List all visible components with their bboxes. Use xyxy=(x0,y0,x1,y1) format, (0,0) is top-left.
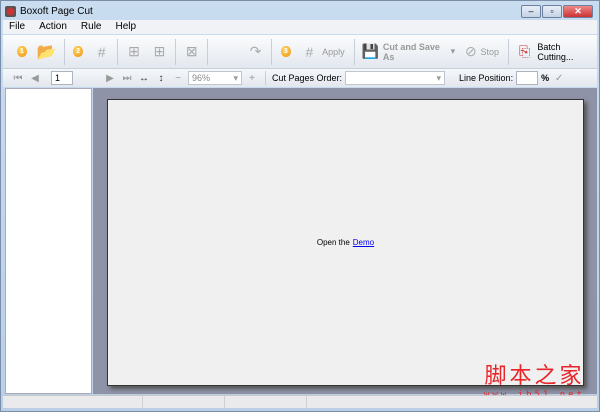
check-icon[interactable]: ✓ xyxy=(552,73,566,84)
step1-badge: 1 xyxy=(17,46,27,57)
zoom-out-icon[interactable]: − xyxy=(171,73,185,84)
navigation-toolbar: ⏮ ◀ ▶ ⏭ ↔ ↕ − 96%▾ + Cut Pages Order: ▾ … xyxy=(3,69,597,87)
cut-pages-order-select[interactable]: ▾ xyxy=(345,71,446,85)
menu-file[interactable]: File xyxy=(9,20,25,34)
apply-button[interactable]: Apply xyxy=(322,47,345,57)
first-page-icon[interactable]: ⏮ xyxy=(11,73,25,84)
cut-pages-order-label: Cut Pages Order: xyxy=(272,73,343,83)
open-demo-text: Open the xyxy=(316,238,350,247)
status-bar xyxy=(3,395,597,408)
delete-line-icon[interactable]: ⊠ xyxy=(183,42,200,62)
app-window: Boxoft Page Cut – ▫ ✕ File Action Rule H… xyxy=(0,0,600,412)
batch-cutting-button[interactable]: Batch Cutting... xyxy=(537,42,591,62)
add-horizontal-line-icon[interactable]: ⊞ xyxy=(125,42,142,62)
zoom-in-icon[interactable]: + xyxy=(245,73,259,84)
title-bar: Boxoft Page Cut xyxy=(5,4,93,18)
cut-and-save-as-button[interactable]: Cut and Save As xyxy=(383,42,445,62)
document-view[interactable]: Open the Demo xyxy=(93,88,597,394)
next-page-icon[interactable]: ▶ xyxy=(103,73,117,84)
menu-bar: File Action Rule Help xyxy=(3,20,597,34)
zoom-value: 96% xyxy=(192,73,211,83)
batch-pdf-icon[interactable]: ⎘ xyxy=(516,42,533,62)
line-position-input[interactable] xyxy=(516,71,539,85)
stop-icon[interactable]: ⊘ xyxy=(462,42,479,62)
percent-label: % xyxy=(541,73,550,83)
page-number-input[interactable] xyxy=(51,71,73,85)
step3-badge: 3 xyxy=(281,46,291,57)
minimize-button[interactable]: – xyxy=(521,5,541,18)
menu-help[interactable]: Help xyxy=(116,20,137,34)
chevron-down-icon: ▾ xyxy=(233,73,238,83)
chevron-down-icon: ▾ xyxy=(436,73,442,83)
open-folder-icon[interactable]: 📂 xyxy=(37,42,57,62)
menu-action[interactable]: Action xyxy=(39,20,67,34)
chevron-down-icon[interactable]: ▾ xyxy=(451,46,456,57)
window-title: Boxoft Page Cut xyxy=(20,5,93,17)
add-vertical-line-icon[interactable]: ⊞ xyxy=(151,42,168,62)
page-canvas: Open the Demo xyxy=(107,99,584,386)
watermark-cn: 脚本之家 xyxy=(484,364,585,389)
last-page-icon[interactable]: ⏭ xyxy=(120,73,134,84)
line-position-label: Line Position: xyxy=(459,73,514,83)
redo-icon[interactable]: ↷ xyxy=(247,42,264,62)
apply-grid-icon[interactable]: # xyxy=(301,42,318,62)
grid-icon[interactable]: # xyxy=(93,42,110,62)
thumbnail-panel[interactable] xyxy=(5,88,92,394)
watermark: 脚本之家 www.jb51.net xyxy=(484,358,585,400)
fit-width-icon[interactable]: ↔ xyxy=(137,73,151,84)
close-button[interactable]: ✕ xyxy=(563,5,593,18)
maximize-button[interactable]: ▫ xyxy=(542,5,562,18)
app-logo-icon xyxy=(5,5,16,17)
save-icon[interactable]: 💾 xyxy=(361,42,378,62)
demo-link[interactable]: Demo xyxy=(353,238,374,247)
step2-badge: 2 xyxy=(73,46,83,57)
stop-button[interactable]: Stop xyxy=(481,47,500,57)
prev-page-icon[interactable]: ◀ xyxy=(28,73,42,84)
main-toolbar: 1 📂 2 # ⊞ ⊞ ⊠ ↷ 3 # Apply 💾 Cut and Save… xyxy=(3,35,597,69)
menu-rule[interactable]: Rule xyxy=(81,20,102,34)
zoom-select[interactable]: 96% ▾ xyxy=(188,71,242,85)
fit-height-icon[interactable]: ↕ xyxy=(154,73,168,84)
